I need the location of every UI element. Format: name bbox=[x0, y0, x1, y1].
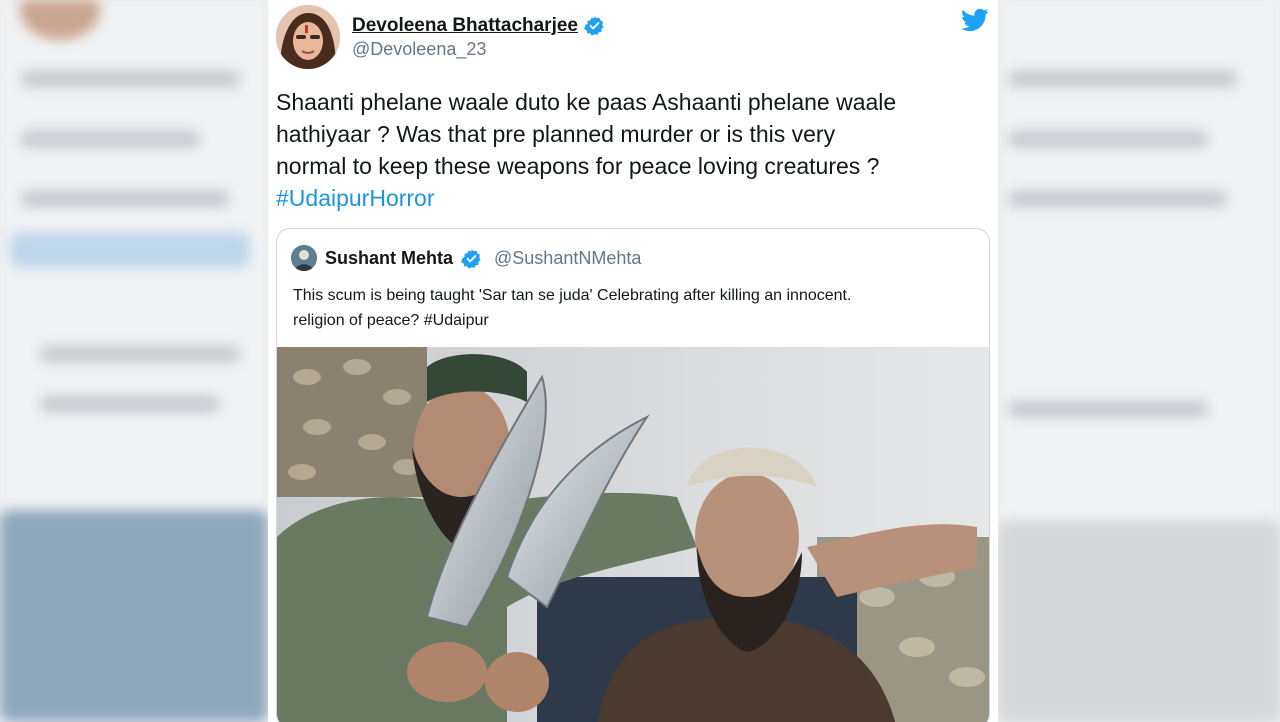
tweet-line: hathiyaar ? Was that pre planned murder … bbox=[276, 121, 836, 147]
tweet-body: Shaanti phelane waale duto ke paas Ashaa… bbox=[276, 86, 986, 214]
verified-badge-icon bbox=[461, 248, 481, 269]
hashtag-link[interactable]: #UdaipurHorror bbox=[276, 182, 986, 214]
quoted-author-handle[interactable]: @SushantNMehta bbox=[494, 248, 641, 269]
quoted-author-name[interactable]: Sushant Mehta bbox=[325, 248, 453, 269]
author-handle[interactable]: @Devoleena_23 bbox=[352, 39, 605, 60]
tweet-line: Shaanti phelane waale duto ke paas Ashaa… bbox=[276, 89, 897, 115]
quoted-tweet-body: This scum is being taught 'Sar tan se ju… bbox=[293, 283, 983, 333]
verified-badge-icon bbox=[584, 16, 604, 36]
screenshot-stage: Devoleena Bhattacharjee @Devoleena_23 Sh… bbox=[0, 0, 1280, 722]
tweet-author-row[interactable]: Devoleena Bhattacharjee @Devoleena_23 bbox=[276, 4, 605, 70]
blurred-background-right bbox=[998, 0, 1280, 722]
quoted-author-avatar[interactable] bbox=[291, 245, 317, 271]
quoted-tweet-author-row[interactable]: Sushant Mehta @SushantNMehta bbox=[291, 245, 641, 271]
author-avatar[interactable] bbox=[276, 5, 340, 69]
blurred-background-left bbox=[0, 0, 268, 722]
twitter-bird-icon[interactable] bbox=[960, 6, 990, 34]
quoted-tweet-line: This scum is being taught 'Sar tan se ju… bbox=[293, 287, 852, 304]
tweet-line: normal to keep these weapons for peace l… bbox=[276, 153, 880, 179]
tweet-card: Devoleena Bhattacharjee @Devoleena_23 Sh… bbox=[268, 0, 998, 722]
quoted-tweet[interactable]: Sushant Mehta @SushantNMehta This scum i… bbox=[276, 228, 990, 722]
author-display-name[interactable]: Devoleena Bhattacharjee bbox=[352, 15, 578, 37]
quoted-tweet-photo[interactable] bbox=[277, 347, 989, 722]
quoted-tweet-line: religion of peace? #Udaipur bbox=[293, 312, 489, 329]
